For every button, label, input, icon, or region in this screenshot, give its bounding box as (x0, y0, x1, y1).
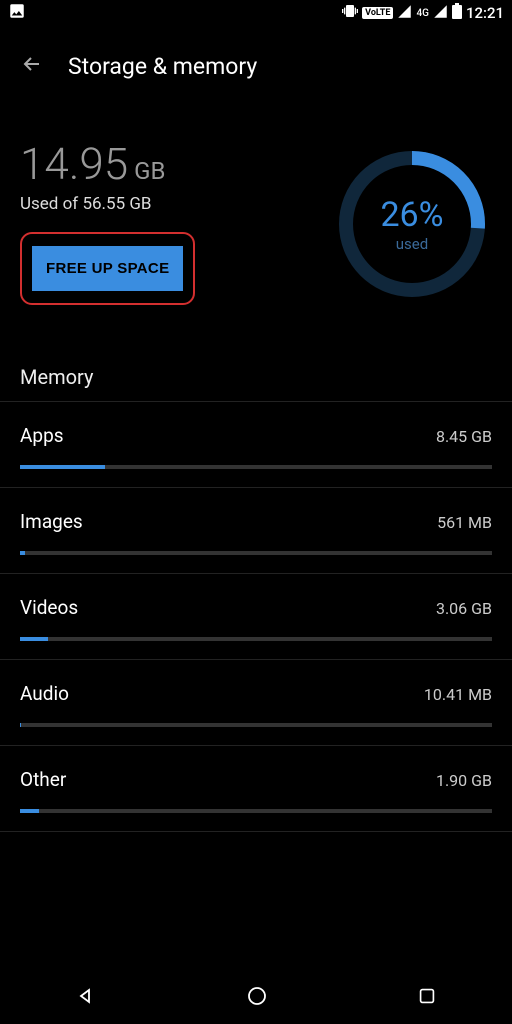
nav-home-icon[interactable] (245, 984, 269, 1012)
category-label: Audio (20, 682, 69, 705)
category-bar (20, 637, 492, 641)
category-row[interactable]: Apps 8.45 GB (0, 402, 512, 487)
signal-icon (397, 4, 412, 23)
category-value: 3.06 GB (436, 599, 492, 618)
category-value: 8.45 GB (436, 427, 492, 446)
category-bar (20, 465, 492, 469)
used-subtext: Used of 56.55 GB (20, 194, 332, 214)
category-value: 1.90 GB (436, 771, 492, 790)
category-row[interactable]: Videos 3.06 GB (0, 574, 512, 659)
battery-icon (452, 3, 462, 23)
photo-icon (8, 2, 26, 24)
category-row[interactable]: Other 1.90 GB (0, 746, 512, 831)
category-bar (20, 723, 492, 727)
category-label: Videos (20, 596, 78, 619)
nav-bar (0, 972, 512, 1024)
free-up-highlight: FREE UP SPACE (20, 232, 195, 305)
category-label: Images (20, 510, 83, 533)
category-row[interactable]: Images 561 MB (0, 488, 512, 573)
nav-back-icon[interactable] (74, 984, 98, 1012)
storage-summary: 14.95GB Used of 56.55 GB FREE UP SPACE 2… (0, 96, 512, 325)
category-row[interactable]: Audio 10.41 MB (0, 660, 512, 745)
free-up-space-button[interactable]: FREE UP SPACE (32, 246, 183, 291)
status-bar: VoLTE 4G 12:21 (0, 0, 512, 26)
storage-ring-chart: 26% used (332, 144, 492, 304)
app-bar: Storage & memory (0, 36, 512, 96)
nav-recent-icon[interactable] (416, 985, 438, 1011)
category-bar (20, 809, 492, 813)
used-unit: GB (134, 157, 165, 185)
vibrate-icon (342, 3, 358, 23)
page-title: Storage & memory (68, 53, 257, 80)
category-value: 10.41 MB (424, 685, 492, 704)
category-label: Other (20, 768, 66, 791)
volte-badge: VoLTE (362, 7, 393, 19)
network-type: 4G (416, 8, 429, 19)
divider (0, 831, 512, 832)
category-label: Apps (20, 424, 64, 447)
category-value: 561 MB (437, 513, 492, 532)
used-amount: 14.95 (20, 138, 128, 190)
signal-icon-2 (433, 4, 448, 23)
back-icon[interactable] (20, 52, 44, 80)
category-bar (20, 551, 492, 555)
clock: 12:21 (466, 4, 504, 22)
section-memory[interactable]: Memory (0, 325, 512, 401)
